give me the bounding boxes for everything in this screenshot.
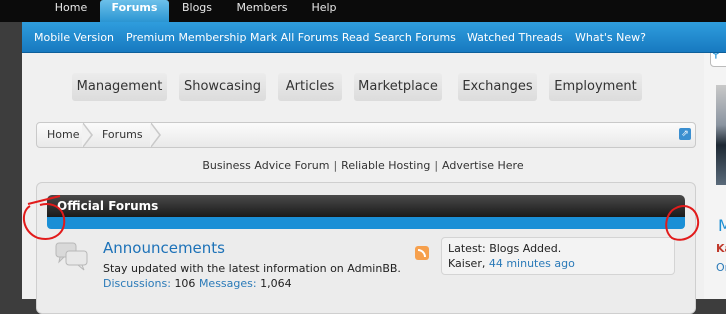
category-employment-button[interactable]: Employment [549,73,642,101]
forum-stats: Discussions: 106 Messages: 1,064 [103,277,292,290]
ad-link-reliable-hosting[interactable]: Reliable Hosting [341,159,430,172]
ad-separator: | [333,159,338,172]
search-forums-link[interactable]: Search Forums [374,22,456,53]
forum-section-title[interactable]: Official Forums [57,195,158,217]
messages-label: Messages: [198,277,257,290]
jump-to-icon[interactable]: ⇗ [679,128,691,140]
sub-navigation: Mobile Version Premium Membership Mark A… [22,22,726,53]
breadcrumb-separator [150,122,161,148]
sidebar-text[interactable]: Ka [716,242,726,255]
breadcrumb: Home Forums ⇗ [36,122,696,148]
latest-user-link[interactable]: Kaiser, [448,257,485,270]
sidebar-ad-image[interactable] [716,85,726,185]
whats-new-link[interactable]: What's New? [575,22,646,53]
forum-description: Stay updated with the latest information… [103,262,401,275]
ad-link-business-advice[interactable]: Business Advice Forum [202,159,329,172]
latest-post-line: Latest: Blogs Added. [448,242,561,255]
tab-forums[interactable]: Forums [100,0,169,22]
search-icon[interactable]: ⚲ [711,53,721,61]
latest-label: Latest: [448,242,486,255]
latest-meta-line: Kaiser, 44 minutes ago [448,257,575,270]
forum-node-icon [55,242,88,271]
main-content: Management Showcasing Articles Marketpla… [22,53,704,314]
tab-blogs[interactable]: Blogs [172,0,222,22]
mark-forums-read-link[interactable]: Mark All Forums Read [250,22,370,53]
top-navigation: Home Forums Blogs Members Help [0,0,726,22]
breadcrumb-home[interactable]: Home [47,123,79,147]
tab-help[interactable]: Help [304,0,344,22]
sidebar-heading: M [718,216,726,235]
category-management-button[interactable]: Management [72,73,167,101]
rss-icon[interactable] [415,246,429,260]
forum-section: Official Forums Announcements Stay updat… [36,182,696,314]
messages-count: 1,064 [260,277,292,290]
category-exchanges-button[interactable]: Exchanges [458,73,537,101]
discussions-count: 106 [174,277,196,290]
forum-section-header[interactable]: Official Forums [47,195,685,217]
breadcrumb-separator [82,122,93,148]
forum-row: Announcements Stay updated with the late… [47,233,685,303]
discussions-label: Discussions: [103,277,171,290]
right-sidebar: ⚲ M Ka Or [704,53,726,299]
latest-time[interactable]: 44 minutes ago [489,257,575,270]
latest-post-box: Latest: Blogs Added. Kaiser, 44 minutes … [441,237,675,275]
category-marketplace-button[interactable]: Marketplace [354,73,442,101]
latest-thread-link[interactable]: Blogs Added. [489,242,561,255]
tab-home[interactable]: Home [46,0,96,22]
category-showcasing-button[interactable]: Showcasing [179,73,266,101]
watched-threads-link[interactable]: Watched Threads [467,22,563,53]
tab-members[interactable]: Members [228,0,296,22]
breadcrumb-forums[interactable]: Forums [102,123,143,147]
ad-links: Business Advice Forum | Reliable Hosting | A… [22,159,704,172]
ad-separator: | [434,159,439,172]
forum-section-bar [47,217,685,229]
sidebar-link[interactable]: Or [716,261,726,274]
premium-membership-link[interactable]: Premium Membership [126,22,246,53]
mobile-version-link[interactable]: Mobile Version [34,22,114,53]
forum-name-link[interactable]: Announcements [103,239,225,257]
ad-link-advertise-here[interactable]: Advertise Here [442,159,524,172]
category-articles-button[interactable]: Articles [278,73,342,101]
